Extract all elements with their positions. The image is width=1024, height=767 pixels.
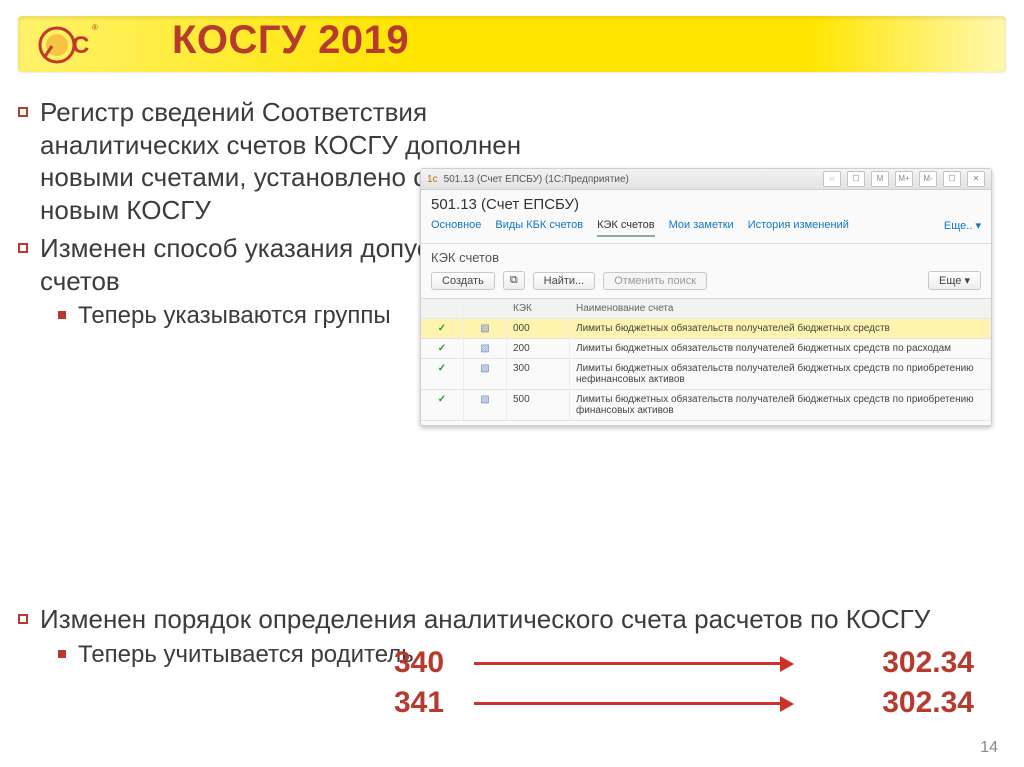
mapping-block: 340 302.34 341 302.34 <box>394 640 994 726</box>
tabs-more[interactable]: Еще.. ▾ <box>944 219 981 237</box>
win-btn[interactable]: ☐ <box>943 171 961 187</box>
copy-button[interactable]: ⧉ <box>503 271 525 290</box>
mapping-right: 302.34 <box>854 686 974 720</box>
window-title: 501.13 (Счет ЕПСБУ) (1С:Предприятие) <box>444 174 823 185</box>
tab-kbk[interactable]: Виды КБК счетов <box>495 219 583 237</box>
window-titlebar: 1c 501.13 (Счет ЕПСБУ) (1С:Предприятие) … <box>421 169 991 190</box>
close-icon[interactable]: ✕ <box>967 171 985 187</box>
section-title: КЭК счетов <box>421 244 991 267</box>
row-code: 200 <box>507 339 570 358</box>
table-row[interactable]: ✓ ▧ 500 Лимиты бюджетных обязательств по… <box>421 390 991 421</box>
win-btn[interactable]: ☐ <box>847 171 865 187</box>
svg-text:С: С <box>72 32 89 59</box>
mapping-left: 341 <box>394 686 474 720</box>
mapping-row: 341 302.34 <box>394 686 994 720</box>
row-name: Лимиты бюджетных обязательств получателе… <box>570 339 991 358</box>
arrow-icon <box>474 693 794 713</box>
win-btn[interactable]: M <box>871 171 889 187</box>
row-name: Лимиты бюджетных обязательств получателе… <box>570 390 991 420</box>
toolbar: Создать ⧉ Найти... Отменить поиск Еще ▾ <box>421 267 991 298</box>
row-name: Лимиты бюджетных обязательств получателе… <box>570 319 991 338</box>
mapping-right: 302.34 <box>854 646 974 680</box>
col-check <box>421 299 464 318</box>
col-kek: КЭК <box>507 299 570 318</box>
tab-main[interactable]: Основное <box>431 219 481 237</box>
slide-title: КОСГУ 2019 <box>172 18 409 63</box>
create-button[interactable]: Создать <box>431 272 495 290</box>
logo-1c-icon: С ® <box>38 20 102 66</box>
win-btn[interactable]: M- <box>919 171 937 187</box>
page-number: 14 <box>980 739 998 757</box>
check-icon: ✓ <box>421 390 464 420</box>
app-icon: 1c <box>427 174 438 185</box>
find-button[interactable]: Найти... <box>533 272 596 290</box>
mapping-row: 340 302.34 <box>394 646 994 680</box>
row-code: 000 <box>507 319 570 338</box>
row-code: 300 <box>507 359 570 389</box>
folder-icon: ▧ <box>464 390 507 420</box>
row-name: Лимиты бюджетных обязательств получателе… <box>570 359 991 389</box>
tab-notes[interactable]: Мои заметки <box>669 219 734 237</box>
win-btn[interactable]: ☆ <box>823 171 841 187</box>
arrow-icon <box>474 653 794 673</box>
table-row[interactable]: ✓ ▧ 200 Лимиты бюджетных обязательств по… <box>421 339 991 359</box>
check-icon: ✓ <box>421 359 464 389</box>
window-controls: ☆ ☐ M M+ M- ☐ ✕ <box>823 171 985 187</box>
toolbar-more-button[interactable]: Еще ▾ <box>928 271 981 290</box>
row-code: 500 <box>507 390 570 420</box>
folder-icon: ▧ <box>464 359 507 389</box>
col-name: Наименование счета <box>570 299 991 318</box>
grid-header: КЭК Наименование счета <box>421 299 991 319</box>
form-title: 501.13 (Счет ЕПСБУ) <box>421 190 991 219</box>
table-row[interactable]: ✓ ▧ 300 Лимиты бюджетных обязательств по… <box>421 359 991 390</box>
data-grid: КЭК Наименование счета ✓ ▧ 000 Лимиты бю… <box>421 298 991 421</box>
mapping-left: 340 <box>394 646 474 680</box>
table-row[interactable]: ✓ ▧ 000 Лимиты бюджетных обязательств по… <box>421 319 991 339</box>
folder-icon: ▧ <box>464 319 507 338</box>
tab-kek[interactable]: КЭК счетов <box>597 219 655 237</box>
check-icon: ✓ <box>421 339 464 358</box>
col-icon <box>464 299 507 318</box>
win-btn[interactable]: M+ <box>895 171 913 187</box>
header-stripe <box>18 16 1006 72</box>
form-tabs: Основное Виды КБК счетов КЭК счетов Мои … <box>421 219 991 244</box>
folder-icon: ▧ <box>464 339 507 358</box>
tab-history[interactable]: История изменений <box>748 219 849 237</box>
cancel-search-button[interactable]: Отменить поиск <box>603 272 707 290</box>
svg-text:®: ® <box>92 23 98 32</box>
screenshot-panel: 1c 501.13 (Счет ЕПСБУ) (1С:Предприятие) … <box>420 168 992 426</box>
check-icon: ✓ <box>421 319 464 338</box>
logo-1c: С ® <box>38 20 102 66</box>
bullet-3-text: Изменен порядок определения аналитическо… <box>40 604 930 634</box>
